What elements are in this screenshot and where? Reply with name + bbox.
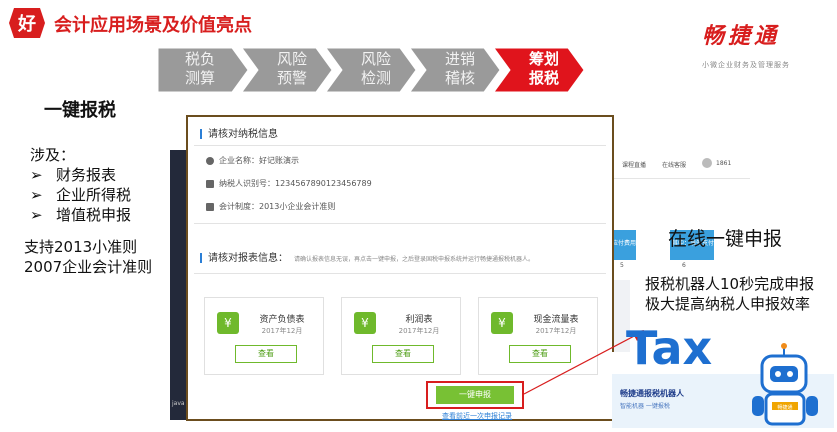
robot-icon: Tax 畅捷通 畅捷通报税机器人 智能机器 一键报税 (612, 321, 834, 428)
brand-logo: 畅捷通 (702, 24, 781, 49)
java-label: java (172, 400, 185, 407)
tax-robot-illustration: Tax 畅捷通 畅捷通报税机器人 智能机器 一键报税 (612, 316, 834, 428)
step-risk-warning: 风险 预警 (276, 50, 307, 87)
view-button[interactable]: 查看 (235, 345, 297, 363)
involve-item: ➢ 企业所得税 (30, 186, 132, 204)
arrow-bullet-icon: ➢ (30, 206, 43, 224)
user-phone: 1861 (716, 160, 732, 167)
col-value: 6 (682, 262, 686, 269)
arrow-bullet-icon: ➢ (30, 166, 43, 184)
online-filing-title: 在线一键申报 (668, 228, 783, 250)
view-button[interactable]: 查看 (372, 345, 434, 363)
step-audit: 进销 稽核 (444, 50, 475, 87)
step-tax-filing: 筹划 报税 (528, 50, 559, 87)
report-card-balance-sheet: ¥ 资产负债表 2017年12月 查看 (204, 297, 324, 375)
report-card-income: ¥ 利润表 2017年12月 查看 (341, 297, 461, 375)
tax-id: 纳税人识别号：1234567890123456789 (206, 178, 372, 189)
company-name: 企业名称：好记账演示 (206, 155, 299, 166)
tab-live[interactable]: 课程直播 (622, 160, 646, 169)
process-steps: 税负 测算 风险 预警 风险 检测 进销 稽核 筹划 报税 (158, 48, 588, 92)
tab-service[interactable]: 在线客服 (662, 160, 686, 169)
arrow-bullet-icon: ➢ (30, 186, 43, 204)
app-right-panel: 课程直播 在线客服 1861 应付费用 其中：境外支付 5 6 (610, 150, 750, 280)
section-tax-info: 请核对纳税信息 (200, 125, 278, 140)
page-title: 会计应用场景及价值亮点 (54, 15, 252, 36)
involve-list: 涉及： ➢ 财务报表 ➢ 企业所得税 ➢ 增值税申报 (30, 145, 131, 225)
robot-name: 畅捷通报税机器人 (620, 388, 685, 398)
avatar[interactable] (702, 158, 712, 168)
robot-description: 报税机器人10秒完成申报 极大提高纳税人申报效率 (645, 275, 815, 313)
section-report-info: 请核对报表信息： 请确认报表信息无误，再点击一键申报，之后登录国税申报系统并运行畅… (200, 249, 534, 264)
involve-item: ➢ 增值税申报 (30, 206, 132, 224)
book-icon (206, 202, 214, 211)
history-link[interactable]: 查看前近一次申报记录 (442, 411, 512, 421)
tax-word: Tax (626, 321, 712, 375)
report-icon: ¥ (217, 312, 239, 334)
step-tax-estimate: 税负 测算 (184, 50, 215, 87)
support-standards: 支持2013小准则 2007企业会计准则 (24, 238, 153, 276)
report-icon: ¥ (491, 312, 513, 334)
involve-item: ➢ 财务报表 (30, 166, 117, 184)
step-risk-detect: 风险 检测 (360, 50, 391, 87)
feature-title: 一键报税 (44, 100, 116, 121)
report-icon: ¥ (354, 312, 376, 334)
user-icon (206, 156, 214, 165)
accounting-standard: 会计制度：2013小企业会计准则 (206, 201, 335, 212)
id-card-icon (206, 179, 214, 188)
col-value: 5 (620, 262, 624, 269)
brand-subtitle: 小微企业财务及管理服务 (702, 61, 790, 69)
involve-label: 涉及： (30, 146, 76, 164)
col-header: 应付费用 (612, 240, 637, 247)
robot-tagline: 智能机器 一键报税 (620, 402, 670, 410)
chest-label: 畅捷通 (777, 404, 792, 411)
one-click-file-button[interactable]: 一键申报 (436, 386, 514, 404)
brand-badge-icon: 好 (9, 8, 45, 38)
badge-text: 好 (17, 13, 36, 35)
